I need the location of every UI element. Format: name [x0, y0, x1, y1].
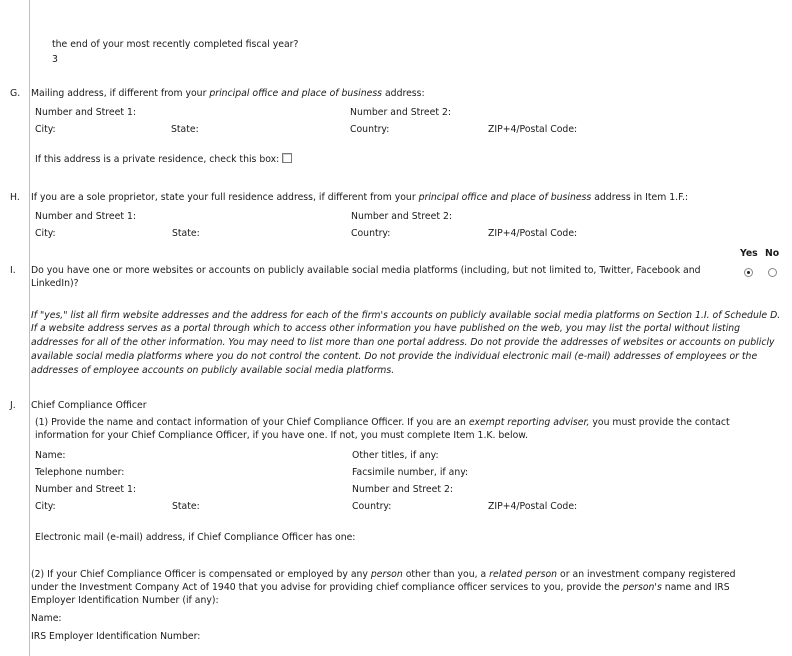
cco-other-titles-label: Other titles, if any:: [352, 450, 439, 461]
h-street1-label: Number and Street 1:: [35, 211, 136, 222]
fiscal-year-answer: 3: [52, 54, 58, 65]
h-state-label: State:: [172, 228, 200, 239]
item-i-note-line: If a website address serves as a portal …: [31, 323, 741, 334]
item-j-title: Chief Compliance Officer: [31, 400, 147, 411]
item-i-note-line: available social media platforms where y…: [31, 351, 758, 362]
private-residence-checkbox[interactable]: [282, 153, 293, 163]
cco-email-label: Electronic mail (e-mail) address, if Chi…: [35, 532, 356, 543]
cco-zip-label: ZIP+4/Postal Code:: [488, 501, 578, 512]
cco-country-label: Country:: [352, 501, 392, 512]
item-j-part2-line1: (2) If your Chief Compliance Officer is …: [31, 569, 736, 580]
h-zip-label: ZIP+4/Postal Code:: [488, 228, 578, 239]
item-i-question-line2: LinkedIn)?: [31, 278, 79, 289]
item-h-question: If you are a sole proprietor, state your…: [31, 192, 689, 203]
h-city-label: City:: [35, 228, 56, 239]
cco-street1-label: Number and Street 1:: [35, 484, 136, 495]
irs-ein-label: IRS Employer Identification Number:: [31, 631, 201, 642]
item-i-note-line: addresses of employee accounts on public…: [31, 365, 395, 376]
g-street2-label: Number and Street 2:: [350, 107, 451, 118]
item-i-no-radio[interactable]: [768, 268, 777, 277]
item-j-part1-line1: (1) Provide the name and contact informa…: [35, 417, 730, 428]
yes-column-header: Yes: [740, 248, 758, 259]
cco-state-label: State:: [172, 501, 200, 512]
cco-telephone-label: Telephone number:: [35, 467, 125, 478]
item-j-part1-line2: information for your Chief Compliance Of…: [35, 430, 529, 441]
item-i-letter: I.: [10, 265, 16, 276]
g-private-residence-row: If this address is a private residence, …: [35, 153, 293, 166]
g-street1-label: Number and Street 1:: [35, 107, 136, 118]
item-i-yes-radio[interactable]: [744, 268, 753, 277]
h-country-label: Country:: [351, 228, 391, 239]
g-zip-label: ZIP+4/Postal Code:: [488, 124, 578, 135]
g-state-label: State:: [171, 124, 199, 135]
cco-fax-label: Facsimile number, if any:: [352, 467, 469, 478]
item-g-question: Mailing address, if different from your …: [31, 88, 425, 99]
h-street2-label: Number and Street 2:: [351, 211, 452, 222]
item-j-part2-line3: Employer Identification Number (if any):: [31, 595, 219, 606]
item-i-note-line: addresses for all of the other informati…: [31, 337, 775, 348]
g-country-label: Country:: [350, 124, 390, 135]
item-j-part2-line2: under the Investment Company Act of 1940…: [31, 582, 730, 593]
g-city-label: City:: [35, 124, 56, 135]
item-i-note-line: If "yes," list all firm website addresse…: [31, 310, 781, 321]
cco-city-label: City:: [35, 501, 56, 512]
cco-provider-name-label: Name:: [31, 613, 62, 624]
item-h-letter: H.: [10, 192, 20, 203]
item-i-question-line1: Do you have one or more websites or acco…: [31, 265, 701, 276]
fiscal-year-question-tail: the end of your most recently completed …: [52, 39, 299, 50]
cco-street2-label: Number and Street 2:: [352, 484, 453, 495]
no-column-header: No: [765, 248, 780, 259]
left-margin-rule: [29, 0, 30, 656]
item-g-letter: G.: [10, 88, 21, 99]
item-j-letter: J.: [10, 400, 16, 411]
cco-name-label: Name:: [35, 450, 66, 461]
